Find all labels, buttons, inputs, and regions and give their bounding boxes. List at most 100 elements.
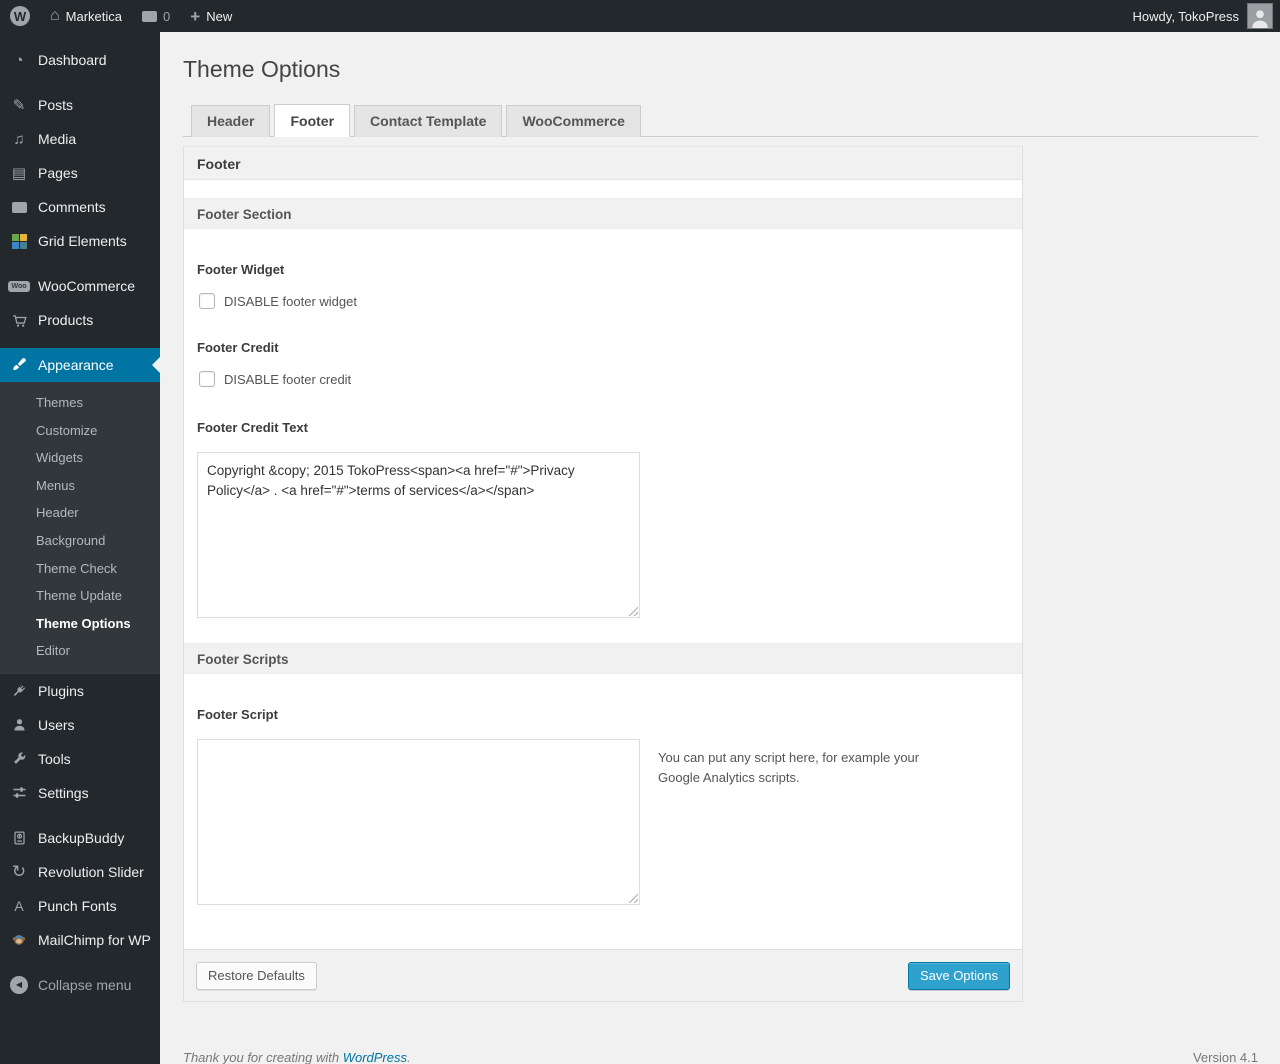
sidebar-item-pages[interactable]: ▤ Pages xyxy=(0,156,160,190)
new-label: New xyxy=(206,8,233,24)
pages-icon: ▤ xyxy=(11,165,27,182)
group-header-footer: Footer xyxy=(184,146,1022,180)
sidebar-item-label: MailChimp for WP xyxy=(38,931,151,948)
sidebar-item-settings[interactable]: Settings xyxy=(0,776,160,810)
comments-icon xyxy=(8,201,30,213)
submenu-item-customize[interactable]: Customize xyxy=(0,417,160,445)
pin-icon: ✎ xyxy=(12,97,26,114)
letter-a-icon: A xyxy=(14,897,24,914)
sidebar-item-label: Plugins xyxy=(38,682,84,699)
footer-credit-checkbox-row: DISABLE footer credit xyxy=(197,371,1009,387)
sidebar-item-dashboard[interactable]: ◔ Dashboard xyxy=(0,43,160,77)
media-icon: ♫ xyxy=(13,130,25,148)
my-account-menu[interactable]: Howdy, TokoPress xyxy=(1133,0,1280,32)
sidebar-item-label: Pages xyxy=(38,165,78,181)
backup-drive-icon xyxy=(8,830,30,846)
admin-bar: W ⌂ Marketica 0 + New Howdy, TokoPress xyxy=(0,0,1280,32)
footer-script-help: You can put any script here, for example… xyxy=(658,750,920,786)
tab-woocommerce[interactable]: WooCommerce xyxy=(506,105,641,137)
site-name-label: Marketica xyxy=(65,8,123,24)
sidebar-item-media[interactable]: ♫ Media xyxy=(0,122,160,156)
sidebar-item-plugins[interactable]: Plugins xyxy=(0,674,160,708)
appearance-submenu: Themes Customize Widgets Menus Header Ba… xyxy=(0,382,160,674)
avatar xyxy=(1247,3,1273,29)
comment-bubble-icon xyxy=(142,10,158,22)
sidebar-item-label: Revolution Slider xyxy=(38,863,144,880)
submenu-item-themes[interactable]: Themes xyxy=(0,389,160,417)
nav-tab-wrapper: Header Footer Contact Template WooCommer… xyxy=(183,100,1258,137)
sidebar-item-tools[interactable]: Tools xyxy=(0,742,160,776)
brush-icon xyxy=(8,357,30,373)
sidebar-item-punch-fonts[interactable]: A Punch Fonts xyxy=(0,889,160,923)
main-content: Theme Options Header Footer Contact Temp… xyxy=(160,32,1280,1064)
sidebar-item-label: Products xyxy=(38,312,94,328)
sidebar-item-grid-elements[interactable]: Grid Elements xyxy=(0,224,160,258)
sidebar-item-users[interactable]: Users xyxy=(0,708,160,742)
submenu-item-editor[interactable]: Editor xyxy=(0,637,160,665)
wordpress-link[interactable]: WordPress xyxy=(343,1050,407,1064)
refresh-icon: ↻ xyxy=(11,861,27,881)
sidebar-item-revolution-slider[interactable]: ↻ Revolution Slider xyxy=(0,855,160,889)
sidebar-item-products[interactable]: Products xyxy=(0,303,160,337)
collapse-arrow-icon: ◀ xyxy=(8,975,30,994)
sidebar-item-posts[interactable]: ✎ Posts xyxy=(0,88,160,122)
plug-icon xyxy=(8,683,30,699)
comments-admin-bar-link[interactable]: 0 xyxy=(132,0,180,32)
sidebar-item-backupbuddy[interactable]: BackupBuddy xyxy=(0,821,160,855)
section-header-footer-section: Footer Section xyxy=(184,198,1022,229)
submenu-item-header[interactable]: Header xyxy=(0,499,160,527)
footer-script-textarea[interactable] xyxy=(197,739,640,905)
submenu-item-theme-update[interactable]: Theme Update xyxy=(0,582,160,610)
footer-widget-label: Footer Widget xyxy=(197,262,285,277)
page-title: Theme Options xyxy=(183,56,341,82)
sidebar-item-label: Media xyxy=(38,131,77,147)
new-content-menu[interactable]: + New xyxy=(180,0,242,32)
sidebar-item-appearance[interactable]: Appearance xyxy=(0,348,160,382)
wordpress-logo-icon: W xyxy=(10,6,30,26)
sidebar-item-label: Tools xyxy=(38,750,71,767)
submenu-item-theme-check[interactable]: Theme Check xyxy=(0,555,160,583)
site-name-link[interactable]: ⌂ Marketica xyxy=(40,0,132,32)
save-options-button[interactable]: Save Options xyxy=(907,961,1010,990)
panel-actions-bar: Restore Defaults Save Options xyxy=(184,949,1022,1001)
footer-version-text: Version 4.1 xyxy=(1192,1050,1258,1064)
tab-footer[interactable]: Footer xyxy=(274,104,351,137)
sidebar-item-label: Dashboard xyxy=(38,52,107,68)
dashboard-icon: ◔ xyxy=(14,51,24,69)
settings-sliders-icon xyxy=(8,785,30,800)
sidebar-item-mailchimp[interactable]: MailChimp for WP xyxy=(0,923,160,957)
section-header-footer-scripts: Footer Scripts xyxy=(184,643,1022,674)
footer-credit-text-label: Footer Credit Text xyxy=(197,420,308,435)
footer-widget-checkbox-row: DISABLE footer widget xyxy=(197,293,1009,309)
sidebar-item-label: Punch Fonts xyxy=(38,897,117,914)
sidebar-item-label: Posts xyxy=(38,97,74,113)
admin-menu: ◔ Dashboard ✎ Posts ♫ Media ▤ Pages Comm… xyxy=(0,32,160,1064)
disable-footer-credit-label: DISABLE footer credit xyxy=(224,371,352,387)
sidebar-item-label: Appearance xyxy=(38,357,114,373)
submenu-item-theme-options[interactable]: Theme Options xyxy=(0,610,160,638)
plus-icon: + xyxy=(190,6,201,26)
tab-contact-template[interactable]: Contact Template xyxy=(354,105,503,137)
sidebar-item-label: BackupBuddy xyxy=(38,829,125,846)
collapse-menu-button[interactable]: ◀ Collapse menu xyxy=(0,968,160,1002)
sidebar-item-comments[interactable]: Comments xyxy=(0,190,160,224)
sidebar-item-woocommerce[interactable]: Woo WooCommerce xyxy=(0,269,160,303)
howdy-label: Howdy, TokoPress xyxy=(1132,8,1239,24)
disable-footer-widget-checkbox[interactable] xyxy=(199,293,215,309)
footer-thanks-text: Thank you for creating with WordPress. xyxy=(183,1050,411,1064)
grid-elements-icon xyxy=(8,233,30,249)
options-panel: Footer Footer Section Footer Widget DISA… xyxy=(183,146,1023,1002)
sidebar-item-label: Comments xyxy=(38,199,106,215)
wordpress-logo-menu[interactable]: W xyxy=(0,0,40,32)
footer-script-label: Footer Script xyxy=(197,707,278,722)
footer-credit-text-textarea[interactable]: Copyright &copy; 2015 TokoPress<span><a … xyxy=(197,452,640,618)
sidebar-item-label: WooCommerce xyxy=(38,278,135,294)
restore-defaults-button[interactable]: Restore Defaults xyxy=(196,961,317,990)
submenu-item-menus[interactable]: Menus xyxy=(0,472,160,500)
disable-footer-credit-checkbox[interactable] xyxy=(199,371,215,387)
submenu-item-background[interactable]: Background xyxy=(0,527,160,555)
submenu-item-widgets[interactable]: Widgets xyxy=(0,444,160,472)
home-icon: ⌂ xyxy=(50,7,60,24)
tab-header[interactable]: Header xyxy=(191,105,271,137)
collapse-menu-label: Collapse menu xyxy=(38,976,132,993)
